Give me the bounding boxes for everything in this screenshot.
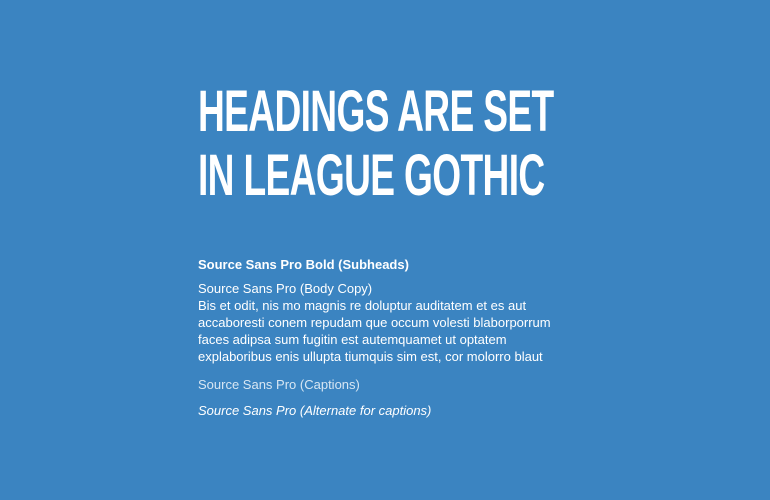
body-copy-line-1: Bis et odit, nis mo magnis re doluptur a… bbox=[198, 298, 527, 313]
body-copy-title: Source Sans Pro (Body Copy) bbox=[198, 281, 373, 296]
body-copy-line-3: faces adipsa sum fugitin est autemquamet… bbox=[198, 332, 507, 347]
typography-sample: HEADINGS ARE SET IN LEAGUE GOTHIC Source… bbox=[198, 79, 738, 419]
heading-line-2: IN LEAGUE GOTHIC bbox=[198, 143, 545, 208]
body-copy-line-4: explaboribus enis ullupta tiumquis sim e… bbox=[198, 349, 543, 364]
caption-sample: Source Sans Pro (Captions) bbox=[198, 377, 360, 392]
subhead-sample: Source Sans Pro Bold (Subheads) bbox=[198, 257, 409, 272]
heading-line-1: HEADINGS ARE SET bbox=[198, 79, 554, 144]
heading-sample: HEADINGS ARE SET IN LEAGUE GOTHIC bbox=[198, 79, 554, 208]
body-copy-line-2: accaboresti conem repudam que occum vole… bbox=[198, 315, 551, 330]
body-copy-sample: Source Sans Pro (Body Copy) Bis et odit,… bbox=[198, 280, 738, 365]
caption-alt-sample: Source Sans Pro (Alternate for captions) bbox=[198, 403, 432, 418]
page: { "heading": { "line1": "HEADINGS ARE SE… bbox=[0, 0, 770, 500]
